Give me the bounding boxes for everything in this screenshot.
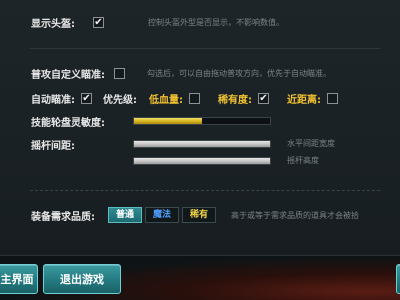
- custom-aim-hint: 勾选后，可以自由拖动普攻方向，优先于自动瞄准。: [147, 69, 331, 78]
- auto-aim-label: 自动瞄准:: [31, 95, 75, 106]
- joystick-horizontal-slider[interactable]: [133, 140, 271, 148]
- equip-quality-row: 装备需求品质: 普通 魔法 稀有 高于或等于需求品质的道具才会被拾: [31, 207, 359, 223]
- show-helmet-label: 显示头盔:: [31, 19, 75, 30]
- skill-wheel-slider[interactable]: [133, 117, 271, 125]
- joystick-label: 摇杆间距:: [31, 141, 75, 152]
- joystick-height-hint: 摇杆高度: [287, 156, 319, 165]
- skill-wheel-label: 技能轮盘灵敏度:: [31, 118, 105, 129]
- show-helmet-checkbox[interactable]: ✔: [93, 17, 104, 28]
- quality-magic-button[interactable]: 魔法: [145, 207, 180, 223]
- joystick-row: 摇杆间距:: [31, 137, 75, 152]
- section-separator: [30, 48, 380, 49]
- main-menu-label: 主界面: [0, 273, 34, 286]
- priority-label: 优先级:: [103, 95, 137, 106]
- custom-aim-checkbox[interactable]: [114, 68, 125, 79]
- section-divider: [30, 190, 380, 191]
- custom-aim-row: 普攻自定义瞄准: 勾选后，可以自由拖动普攻方向，优先于自动瞄准。: [31, 66, 331, 81]
- equip-quality-label: 装备需求品质:: [31, 211, 95, 223]
- exit-game-button[interactable]: 退出游戏: [43, 264, 121, 294]
- main-menu-button[interactable]: 主界面: [0, 264, 38, 294]
- show-helmet-row: 显示头盔: ✔ 控制头盔外型是否显示，不影响数值。: [31, 15, 284, 30]
- quality-options: 普通 魔法 稀有: [108, 207, 219, 223]
- settings-panel: 显示头盔: ✔ 控制头盔外型是否显示，不影响数值。 普攻自定义瞄准: 勾选后，可…: [0, 0, 400, 256]
- joystick-height-fill: [134, 158, 270, 164]
- skill-wheel-fill: [134, 118, 202, 124]
- quality-normal-button[interactable]: 普通: [108, 207, 143, 223]
- priority-low-hp-checkbox[interactable]: [189, 93, 200, 104]
- priority-rarity-checkbox[interactable]: ✔: [258, 93, 269, 104]
- priority-near-label: 近距离:: [287, 95, 321, 106]
- auto-aim-row: 自动瞄准: ✔ 优先级: 低血量: 稀有度: ✔ 近距离:: [31, 91, 338, 106]
- show-helmet-hint: 控制头盔外型是否显示，不影响数值。: [148, 18, 284, 27]
- skill-wheel-row: 技能轮盘灵敏度:: [31, 114, 105, 129]
- quality-rare-button[interactable]: 稀有: [182, 207, 217, 223]
- joystick-height-slider[interactable]: [133, 157, 271, 165]
- priority-low-hp-label: 低血量:: [149, 95, 183, 106]
- custom-aim-label: 普攻自定义瞄准:: [31, 70, 105, 81]
- priority-near-checkbox[interactable]: [327, 93, 338, 104]
- equip-quality-hint: 高于或等于需求品质的道具才会被拾: [231, 210, 360, 220]
- priority-rarity-label: 稀有度:: [218, 95, 252, 106]
- auto-aim-checkbox[interactable]: ✔: [81, 93, 92, 104]
- joystick-horizontal-hint: 水平间距宽度: [287, 139, 335, 148]
- exit-game-label: 退出游戏: [60, 273, 104, 286]
- joystick-horizontal-fill: [134, 141, 270, 147]
- right-edge-button[interactable]: [396, 264, 400, 294]
